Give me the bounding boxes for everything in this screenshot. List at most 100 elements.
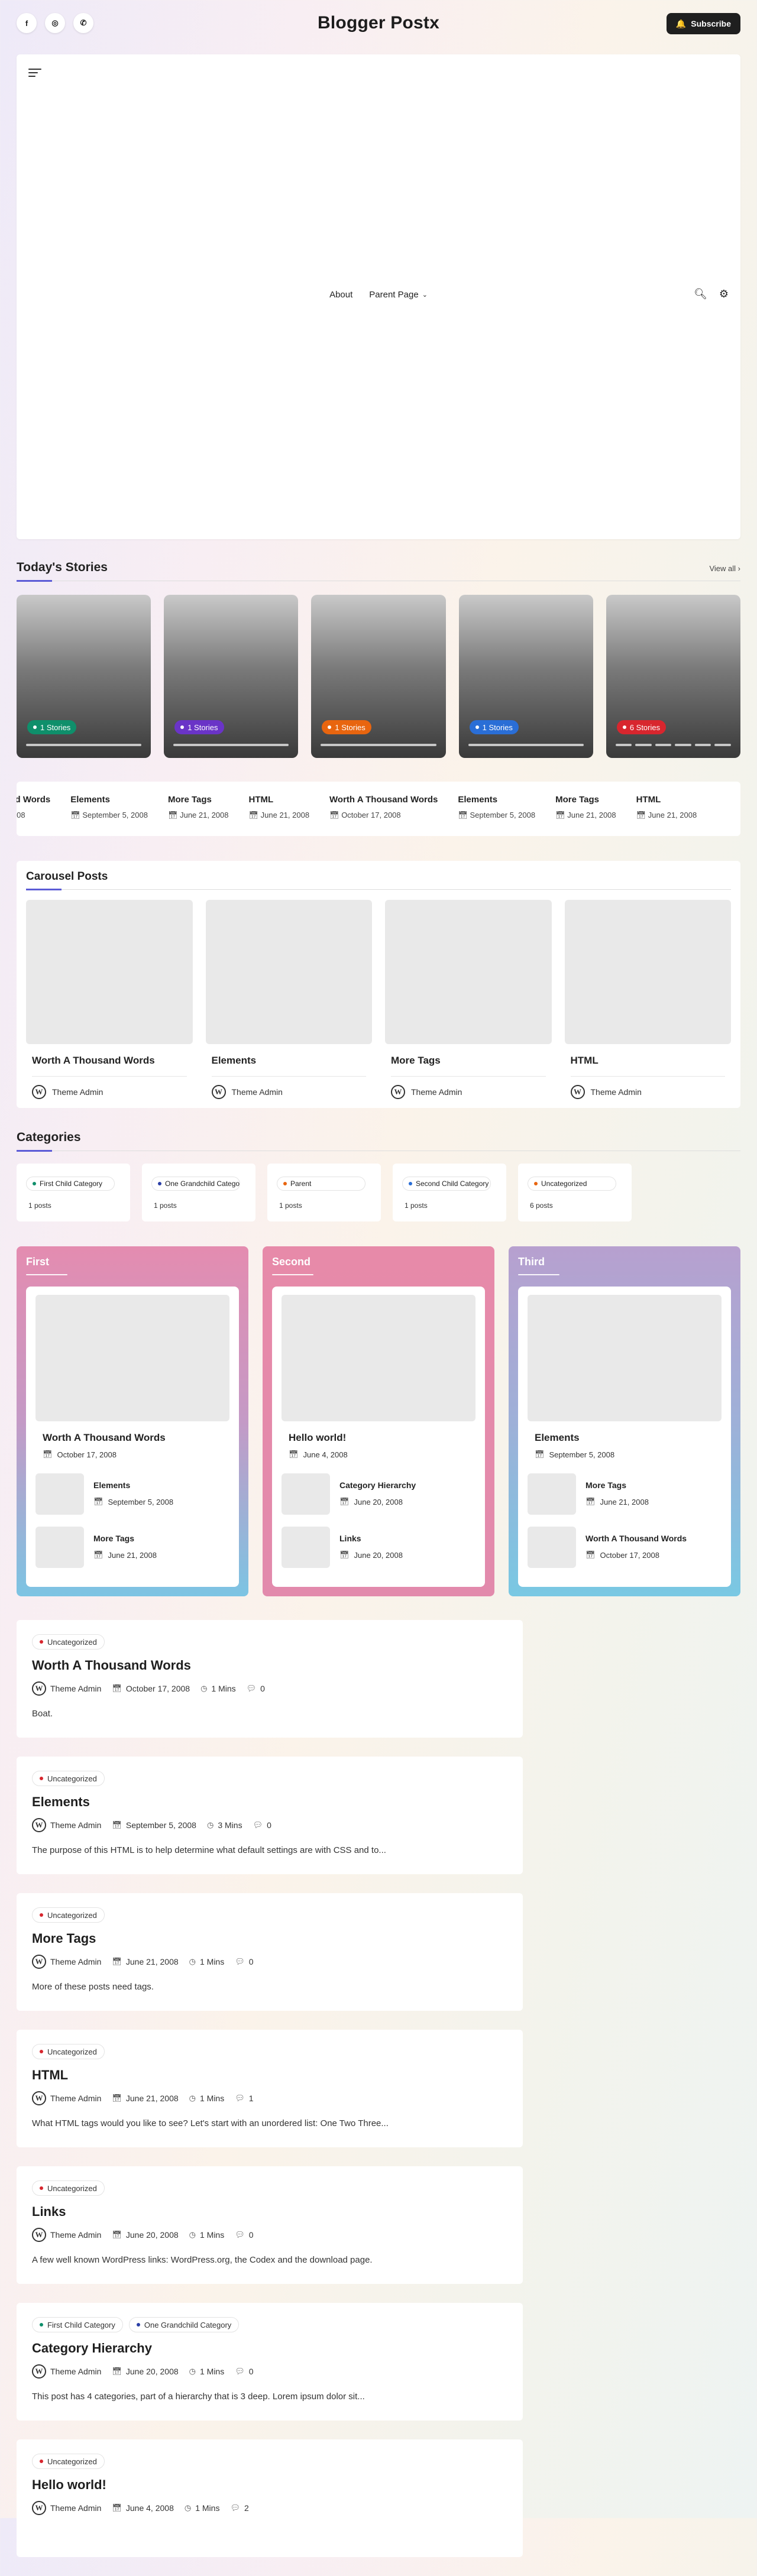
list-item[interactable]: Elements 📅︎ September 5, 2008: [35, 1473, 229, 1515]
avatar: W: [32, 1818, 46, 1832]
post-title[interactable]: Category Hierarchy: [32, 2341, 507, 2356]
category-card[interactable]: One Grandchild Category 1 posts: [142, 1164, 255, 1221]
search-icon[interactable]: 🔍︎: [694, 288, 707, 300]
column-title[interactable]: First: [26, 1256, 239, 1268]
story-card[interactable]: 1 Stories: [164, 595, 299, 758]
category-tag[interactable]: Uncategorized: [32, 1771, 105, 1786]
author-name[interactable]: Theme Admin: [50, 1820, 101, 1830]
post-title[interactable]: More Tags: [32, 1931, 507, 1946]
post-list: Uncategorized Worth A Thousand Words W Th…: [17, 1620, 523, 2576]
post-thumbnail[interactable]: [205, 900, 372, 1044]
comment-icon: 💬︎: [230, 2503, 240, 2512]
calendar-icon: 📅︎: [112, 1684, 122, 1693]
category-card[interactable]: Second Child Category 1 posts: [393, 1164, 506, 1221]
ticker-item[interactable]: Elements 📅︎ September 5, 2008: [458, 795, 535, 820]
column-third: Third Elements 📅︎ September 5, 2008 More …: [509, 1246, 740, 1596]
post-title[interactable]: Links: [32, 2204, 507, 2219]
post-title[interactable]: Hello world!: [289, 1432, 468, 1444]
ticker-item[interactable]: Worth A Thousand Words 📅︎ October 17, 200…: [329, 795, 438, 820]
post-title[interactable]: Elements: [32, 1794, 507, 1810]
list-item[interactable]: Category Hierarchy 📅︎ June 20, 2008: [282, 1473, 475, 1515]
story-card[interactable]: 6 Stories: [606, 595, 741, 758]
comment-icon: 💬︎: [235, 2094, 245, 2102]
list-item[interactable]: Worth A Thousand Words 📅︎ October 17, 2008: [528, 1527, 722, 1568]
clock-icon: ◷: [189, 1957, 196, 1966]
category-tag[interactable]: Uncategorized: [32, 1907, 105, 1923]
story-card[interactable]: 1 Stories: [311, 595, 446, 758]
post-title[interactable]: Worth A Thousand Words: [32, 1658, 507, 1673]
carousel-card[interactable]: Elements W Theme Admin: [205, 900, 372, 1099]
ticker-item[interactable]: HTML 📅︎ June 21, 2008: [249, 795, 310, 820]
author-name[interactable]: Theme Admin: [50, 2094, 101, 2103]
clock-icon: ◷: [189, 2367, 196, 2376]
author-name[interactable]: Theme Admin: [50, 1684, 101, 1693]
ticker-item[interactable]: Elements 📅︎ September 5, 2008: [70, 795, 148, 820]
column-second: Second Hello world! 📅︎ June 4, 2008 Categ…: [263, 1246, 494, 1596]
carousel-section: Carousel Posts Worth A Thousand Words WT…: [17, 861, 740, 1108]
author-name[interactable]: Theme Admin: [50, 2367, 101, 2376]
category-tag[interactable]: Uncategorized: [32, 2454, 105, 2469]
calendar-icon: 📅︎: [329, 811, 339, 819]
post-thumbnail[interactable]: [385, 900, 552, 1044]
site-title[interactable]: Blogger Postx: [17, 13, 740, 33]
ticker-item[interactable]: More Tags 📅︎ June 21, 2008: [555, 795, 616, 820]
post-title[interactable]: Worth A Thousand Words: [32, 1055, 187, 1077]
category-tag[interactable]: Uncategorized: [32, 2180, 105, 2196]
author-name[interactable]: Theme Admin: [50, 2503, 101, 2513]
ticker-item[interactable]: and Words📅︎ 08: [17, 795, 50, 820]
author-name[interactable]: Theme Admin: [50, 2230, 101, 2240]
post-thumbnail[interactable]: [35, 1295, 229, 1421]
post-thumbnail[interactable]: [26, 900, 193, 1044]
list-item[interactable]: More Tags 📅︎ June 21, 2008: [528, 1473, 722, 1515]
subscribe-button[interactable]: 🔔 Subscribe: [666, 13, 740, 34]
subscribe-label: Subscribe: [691, 19, 731, 28]
column-title[interactable]: Third: [518, 1256, 731, 1268]
carousel-card[interactable]: More Tags W Theme Admin: [385, 900, 552, 1099]
post-title[interactable]: HTML: [32, 2068, 507, 2083]
author-name[interactable]: Theme Admin: [411, 1087, 462, 1097]
post-title[interactable]: Hello world!: [32, 2477, 507, 2493]
nav-item-parent-page[interactable]: Parent Page ⌄: [369, 290, 428, 300]
list-item[interactable]: Links 📅︎ June 20, 2008: [282, 1527, 475, 1568]
category-card[interactable]: First Child Category 1 posts: [17, 1164, 130, 1221]
post-card: Uncategorized Worth A Thousand Words W Th…: [17, 1620, 523, 1738]
story-card[interactable]: 1 Stories: [458, 595, 593, 758]
post-title[interactable]: Elements: [211, 1055, 366, 1077]
category-tag[interactable]: One Grandchild Category: [128, 2317, 240, 2332]
calendar-icon: 📅︎: [112, 1957, 122, 1966]
ticker-item[interactable]: More Tags 📅︎ June 21, 2008: [168, 795, 229, 820]
stories-header: Today's Stories View all ›: [17, 560, 740, 582]
post-title[interactable]: Elements: [535, 1432, 714, 1444]
category-tag[interactable]: Uncategorized: [32, 1634, 105, 1650]
category-tag[interactable]: First Child Category: [32, 2317, 123, 2332]
avatar: W: [32, 1681, 46, 1696]
view-all-link[interactable]: View all ›: [709, 564, 740, 573]
author-name[interactable]: Theme Admin: [591, 1087, 642, 1097]
category-card[interactable]: Parent 1 posts: [267, 1164, 381, 1221]
author-name[interactable]: Theme Admin: [50, 1957, 101, 1966]
post-title[interactable]: HTML: [570, 1055, 725, 1077]
gear-icon[interactable]: ⚙: [719, 288, 729, 300]
calendar-icon: 📅︎: [112, 1820, 122, 1829]
categories-row: First Child Category 1 posts One Grandch…: [17, 1164, 740, 1221]
author-name[interactable]: Theme Admin: [232, 1087, 283, 1097]
list-item[interactable]: More Tags 📅︎ June 21, 2008: [35, 1527, 229, 1568]
story-card[interactable]: 1 Stories: [17, 595, 151, 758]
post-title[interactable]: Worth A Thousand Words: [43, 1432, 222, 1444]
comment-icon: 💬︎: [253, 1820, 263, 1829]
post-thumbnail[interactable]: [528, 1295, 722, 1421]
post-title[interactable]: More Tags: [391, 1055, 546, 1077]
post-thumbnail[interactable]: [564, 900, 731, 1044]
menu-icon[interactable]: [28, 69, 41, 79]
category-tag[interactable]: Uncategorized: [32, 2044, 105, 2059]
nav-item-about[interactable]: About: [329, 290, 352, 300]
carousel-card[interactable]: Worth A Thousand Words W Theme Admin: [26, 900, 193, 1099]
author-name[interactable]: Theme Admin: [52, 1087, 103, 1097]
ticker-item[interactable]: HTML 📅︎ June 21, 2008: [636, 795, 697, 820]
comment-icon: 💬︎: [235, 1957, 245, 1966]
carousel-card[interactable]: HTML W Theme Admin: [564, 900, 731, 1099]
calendar-icon: 📅︎: [555, 811, 565, 819]
post-thumbnail[interactable]: [282, 1295, 475, 1421]
category-card[interactable]: Uncategorized 6 posts: [518, 1164, 632, 1221]
column-title[interactable]: Second: [272, 1256, 485, 1268]
